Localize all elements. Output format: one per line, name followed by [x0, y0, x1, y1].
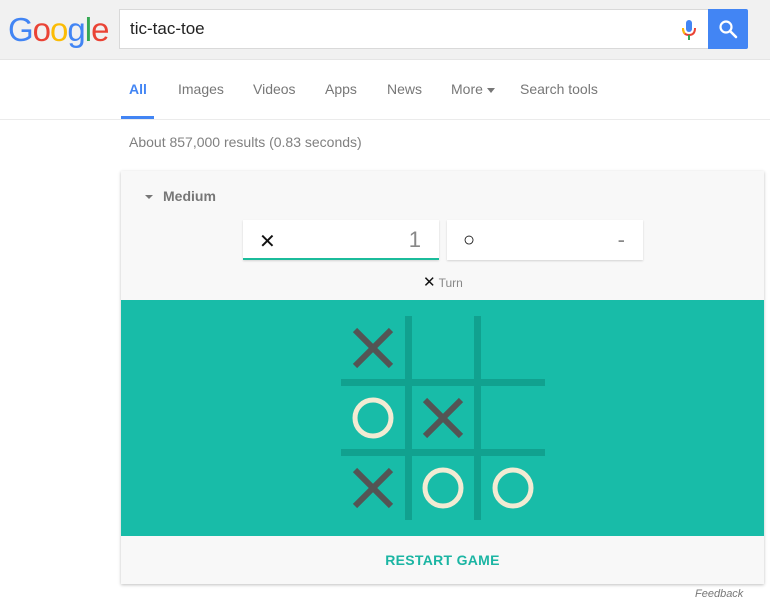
tab-more-label: More — [451, 81, 483, 97]
board-cell-2-1[interactable] — [411, 456, 477, 522]
score-x-panel: ✕ 1 — [243, 220, 439, 260]
turn-indicator: ✕ Turn — [423, 273, 463, 291]
turn-label: Turn — [438, 276, 463, 290]
tab-news[interactable]: News — [387, 81, 422, 97]
active-tab-indicator — [121, 116, 154, 119]
game-board-area — [121, 300, 764, 536]
search-query-text[interactable]: tic-tac-toe — [130, 19, 205, 39]
logo-letter: e — [91, 11, 109, 48]
board-cell-0-0[interactable] — [341, 316, 407, 382]
tab-search-tools[interactable]: Search tools — [520, 81, 598, 97]
google-logo[interactable]: Google — [8, 10, 109, 50]
x-icon: ✕ — [259, 231, 276, 253]
search-button[interactable] — [708, 9, 748, 49]
board-cell-1-2[interactable] — [481, 386, 547, 452]
logo-letter: o — [32, 11, 51, 48]
o-mark-icon — [492, 467, 534, 509]
board-cell-2-0[interactable] — [341, 456, 407, 522]
tab-all[interactable]: All — [129, 81, 147, 97]
score-o-value: - — [617, 227, 625, 252]
board-cell-1-0[interactable] — [341, 386, 407, 452]
tab-apps[interactable]: Apps — [325, 81, 357, 97]
difficulty-dropdown[interactable]: Medium — [145, 188, 216, 204]
microphone-icon[interactable] — [681, 19, 697, 41]
top-bar: Google tic-tac-toe — [0, 0, 770, 60]
board-cell-1-1[interactable] — [411, 386, 477, 452]
board-cell-0-1[interactable] — [411, 316, 477, 382]
o-mark-icon — [352, 397, 394, 439]
chevron-down-icon — [486, 87, 495, 93]
difficulty-label: Medium — [163, 188, 216, 204]
tab-images[interactable]: Images — [178, 81, 224, 97]
board-cell-0-2[interactable] — [481, 316, 547, 382]
tab-more[interactable]: More — [451, 81, 495, 97]
results-stats: About 857,000 results (0.83 seconds) — [129, 134, 362, 150]
score-o-panel: ○ - — [447, 220, 643, 260]
x-mark-icon — [422, 397, 464, 439]
restart-game-button[interactable]: RESTART GAME — [121, 536, 764, 584]
search-nav-tabs: All Images Videos Apps News More Search … — [0, 60, 770, 120]
x-mark-icon — [352, 327, 394, 369]
game-board — [341, 316, 545, 524]
tic-tac-toe-card: Medium ✕ 1 ○ - ✕ Turn RESTART GAME — [121, 171, 764, 584]
score-x-value: 1 — [408, 227, 421, 252]
search-input[interactable]: tic-tac-toe — [119, 9, 709, 49]
logo-letter: g — [67, 11, 85, 48]
board-cell-2-2[interactable] — [481, 456, 547, 522]
x-mark-icon — [352, 467, 394, 509]
caret-down-icon — [145, 195, 153, 200]
logo-letter: G — [8, 11, 34, 48]
turn-x-icon: ✕ — [423, 274, 436, 291]
feedback-link[interactable]: Feedback — [695, 588, 743, 600]
logo-letter: o — [50, 11, 68, 48]
o-mark-icon — [422, 467, 464, 509]
tab-videos[interactable]: Videos — [253, 81, 296, 97]
o-icon: ○ — [463, 229, 476, 251]
magnifier-icon — [719, 20, 738, 39]
